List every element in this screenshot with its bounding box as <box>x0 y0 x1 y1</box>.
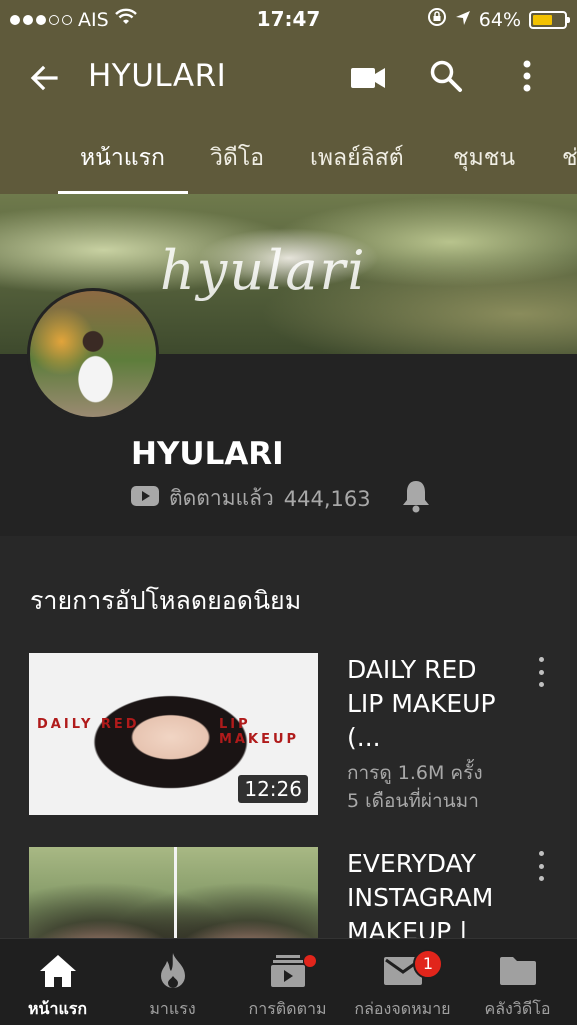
subscription-row[interactable]: ติดตามแล้ว 444,163 <box>131 482 371 515</box>
status-bar: AIS 17:47 64% <box>0 0 577 38</box>
video-duration: 12:26 <box>238 775 308 803</box>
search-icon[interactable] <box>426 56 466 96</box>
thumbnail-text: LIP MAKEUP <box>219 717 300 747</box>
flame-icon <box>115 951 230 991</box>
notification-bell-icon[interactable] <box>400 478 432 518</box>
new-content-dot <box>304 955 316 967</box>
video-thumbnail[interactable] <box>29 847 318 938</box>
home-icon <box>0 951 115 991</box>
channel-name: HYULARI <box>131 436 284 472</box>
banner-signature: hyulari <box>160 239 367 302</box>
video-more-icon[interactable] <box>534 851 548 881</box>
nav-home[interactable]: หน้าแรก <box>0 939 115 1025</box>
video-more-icon[interactable] <box>534 657 548 687</box>
battery-percent: 64% <box>478 8 521 31</box>
location-arrow-icon <box>455 9 471 31</box>
tab-playlists[interactable]: เพลย์ลิสต์ <box>310 140 404 176</box>
tab-community[interactable]: ชุมชน <box>453 140 515 176</box>
nav-library[interactable]: คลังวิดีโอ <box>460 939 575 1025</box>
video-title[interactable]: DAILY RED LIP MAKEUP (... <box>347 653 519 755</box>
tab-home[interactable]: หน้าแรก <box>80 140 165 176</box>
tab-videos[interactable]: วิดีโอ <box>210 140 264 176</box>
bottom-navigation: หน้าแรก มาแรง การติดตาม 1 กล่องจดหมาย คล… <box>0 938 577 1025</box>
nav-label: หน้าแรก <box>27 999 88 1018</box>
video-item[interactable]: EVERYDAY INSTAGRAM MAKEUP | <box>29 847 577 938</box>
battery-icon <box>529 10 570 29</box>
orientation-lock-icon <box>427 7 447 32</box>
subscribed-play-icon <box>131 486 159 511</box>
video-thumbnail[interactable]: DAILY RED LIP MAKEUP 12:26 <box>29 653 318 815</box>
video-views: การดู 1.6M ครั้ง <box>347 762 483 784</box>
nav-label: การติดตาม <box>248 999 327 1018</box>
tab-channels[interactable]: ช่ <box>562 140 577 176</box>
subscribed-label: ติดตามแล้ว <box>169 486 274 510</box>
mail-icon <box>345 951 460 991</box>
nav-inbox[interactable]: 1 กล่องจดหมาย <box>345 939 460 1025</box>
nav-label: มาแรง <box>149 999 196 1018</box>
more-vert-icon[interactable] <box>507 56 547 96</box>
channel-avatar <box>27 288 159 420</box>
subscriptions-icon <box>230 951 345 991</box>
channel-tabs: หน้าแรก วิดีโอ เพลย์ลิสต์ ชุมชน ช่ <box>0 118 577 194</box>
status-right: 64% <box>427 7 570 32</box>
subscriber-count: 444,163 <box>283 486 371 511</box>
back-arrow-icon[interactable] <box>24 58 64 98</box>
app-bar: HYULARI <box>0 38 577 118</box>
video-camera-icon[interactable] <box>348 58 388 98</box>
section-title: รายการอัปโหลดยอดนิยม <box>30 586 302 615</box>
nav-subscriptions[interactable]: การติดตาม <box>230 939 345 1025</box>
video-item[interactable]: DAILY RED LIP MAKEUP 12:26 DAILY RED LIP… <box>29 653 577 819</box>
thumbnail-text: DAILY RED <box>37 717 140 732</box>
channel-title: HYULARI <box>88 58 227 94</box>
nav-trending[interactable]: มาแรง <box>115 939 230 1025</box>
video-age: 5 เดือนที่ผ่านมา <box>347 790 479 812</box>
folder-icon <box>460 951 575 991</box>
nav-label: กล่องจดหมาย <box>354 999 451 1018</box>
nav-label: คลังวิดีโอ <box>484 999 551 1018</box>
inbox-badge: 1 <box>413 949 443 979</box>
video-title[interactable]: EVERYDAY INSTAGRAM MAKEUP | <box>347 847 519 938</box>
